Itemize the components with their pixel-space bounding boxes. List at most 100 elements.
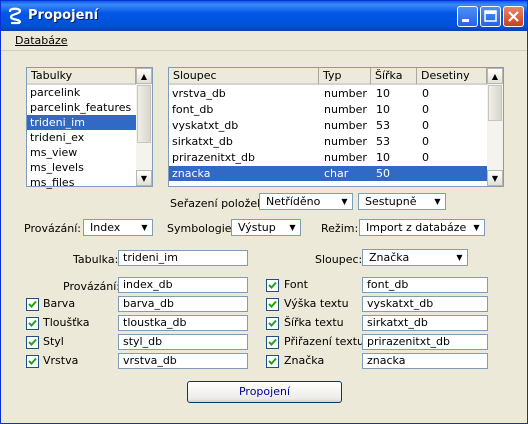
table-list-item[interactable]: ms_levels	[27, 160, 136, 175]
symbologie-value: Výstup	[238, 221, 276, 234]
propojeni-button[interactable]: Propojení	[187, 381, 342, 403]
table-list-item-label: ms_view	[30, 146, 78, 159]
app-logo-icon	[8, 7, 22, 25]
column-row[interactable]: font_db number 10 0	[169, 102, 487, 117]
column-row[interactable]: znacka char 50	[169, 166, 487, 181]
arrow-down-icon: ▼	[491, 173, 499, 183]
column-cell: sirkatxt_db	[172, 135, 233, 148]
arrow-up-icon: ▲	[140, 71, 148, 81]
column-cell: vyskatxt_db	[172, 119, 239, 132]
field-checkbox[interactable]	[26, 298, 39, 311]
rezim-dropdown[interactable]: Import z databáze ▼	[359, 219, 485, 236]
table-list-item[interactable]: ms_view	[27, 145, 136, 160]
checkmark-icon	[28, 338, 37, 346]
tabulka-field[interactable]: trideni_im	[118, 250, 248, 266]
field-input[interactable]: vyskatxt_db	[362, 296, 488, 312]
field-input[interactable]: prirazenitxt_db	[362, 334, 488, 350]
table-list-item-label: parcelink_features	[30, 101, 132, 114]
table-list-item[interactable]: parcelink	[27, 85, 136, 100]
checkmark-icon	[268, 319, 277, 327]
field-checkbox[interactable]	[266, 355, 279, 368]
field-label: Tloušťka	[43, 316, 90, 329]
tables-header[interactable]: Tabulky	[27, 68, 136, 85]
columns-grid[interactable]: Sloupec Typ Šířka Desetiny vrstva_db numb…	[168, 67, 504, 187]
column-cell: 50	[376, 167, 390, 180]
provazani-field[interactable]: index_db	[118, 277, 248, 293]
field-checkbox[interactable]	[26, 317, 39, 330]
scroll-thumb[interactable]	[137, 85, 151, 143]
scroll-up-button[interactable]: ▲	[136, 68, 152, 84]
column-cell: 0	[422, 103, 429, 116]
tables-scrollbar[interactable]: ▲ ▼	[136, 68, 152, 186]
column-cell: number	[324, 135, 367, 148]
field-input[interactable]: styl_db	[118, 334, 248, 350]
field-input[interactable]: font_db	[362, 277, 488, 293]
provazani-field-label: Provázání:	[63, 280, 120, 293]
chevron-down-icon: ▼	[434, 197, 441, 206]
minimize-button[interactable]	[457, 6, 478, 27]
field-label: Barva	[43, 297, 76, 310]
provazani-option-label: Provázání:	[24, 222, 81, 235]
scroll-up-button[interactable]: ▲	[487, 68, 503, 84]
provazani-dropdown[interactable]: Index ▼	[83, 219, 153, 236]
table-list-item-label: trideni_im	[30, 116, 85, 129]
dialog-window: Propojení Databáze Tabulky parcelink parc…	[0, 0, 528, 424]
column-cell: 10	[376, 103, 390, 116]
chevron-down-icon: ▼	[473, 223, 480, 232]
checkmark-icon	[268, 300, 277, 308]
tables-listbox[interactable]: Tabulky parcelink parcelink_featurestride…	[26, 67, 153, 190]
column-cell: number	[324, 119, 367, 132]
table-list-item[interactable]: parcelink_features	[27, 100, 136, 115]
arrow-up-icon: ▲	[491, 71, 499, 81]
field-input[interactable]: barva_db	[118, 296, 248, 312]
column-cell: 10	[376, 151, 390, 164]
menu-databaze[interactable]: Databáze	[15, 34, 68, 47]
columns-scrollbar[interactable]: ▲ ▼	[487, 68, 503, 186]
col-header-sloupec[interactable]: Sloupec	[169, 68, 319, 85]
checkmark-icon	[268, 338, 277, 346]
field-input[interactable]: vrstva_db	[118, 353, 248, 369]
sort-order-dropdown[interactable]: Netříděno ▼	[259, 193, 353, 210]
field-checkbox[interactable]	[266, 317, 279, 330]
column-row[interactable]: sirkatxt_db number 53 0	[169, 134, 487, 149]
title-bar[interactable]: Propojení	[1, 1, 527, 31]
scroll-down-button[interactable]: ▼	[136, 170, 152, 186]
column-row[interactable]: prirazenitxt_db number 10 0	[169, 150, 487, 165]
sloupec-dropdown[interactable]: Značka ▼	[362, 249, 468, 266]
col-header-typ[interactable]: Typ	[319, 68, 371, 85]
field-checkbox[interactable]	[266, 298, 279, 311]
col-header-desetiny[interactable]: Desetiny	[417, 68, 487, 85]
field-checkbox[interactable]	[266, 336, 279, 349]
sort-direction-dropdown[interactable]: Sestupně ▼	[358, 193, 446, 210]
chevron-down-icon: ▼	[456, 253, 463, 262]
column-row[interactable]: vyskatxt_db number 53 0	[169, 118, 487, 133]
maximize-button[interactable]	[480, 6, 501, 27]
column-cell: znacka	[172, 167, 211, 180]
tabulka-label: Tabulka:	[73, 253, 119, 266]
column-cell: 0	[422, 119, 429, 132]
table-list-item[interactable]: trideni_im	[27, 115, 136, 130]
column-row[interactable]: vrstva_db number 10 0	[169, 86, 487, 101]
close-icon	[508, 11, 519, 22]
column-cell: 10	[376, 87, 390, 100]
column-cell: font_db	[172, 103, 214, 116]
field-input[interactable]: sirkatxt_db	[362, 315, 488, 331]
table-list-item-label: ms_levels	[30, 161, 84, 174]
checkmark-icon	[28, 319, 37, 327]
symbologie-dropdown[interactable]: Výstup ▼	[231, 219, 301, 236]
table-list-item[interactable]: ms_files	[27, 175, 136, 190]
table-list-item-label: trideni_ex	[30, 131, 85, 144]
col-header-sirka[interactable]: Šířka	[371, 68, 417, 85]
scroll-down-button[interactable]: ▼	[487, 170, 503, 186]
close-button[interactable]	[503, 6, 524, 27]
column-cell: 0	[422, 87, 429, 100]
table-list-item[interactable]: trideni_ex	[27, 130, 136, 145]
field-checkbox[interactable]	[26, 336, 39, 349]
checkmark-icon	[268, 357, 277, 365]
field-checkbox[interactable]	[266, 279, 279, 292]
scroll-thumb[interactable]	[488, 85, 502, 121]
field-input[interactable]: znacka	[362, 353, 488, 369]
field-checkbox[interactable]	[26, 355, 39, 368]
window-title: Propojení	[28, 8, 99, 23]
field-input[interactable]: tloustka_db	[118, 315, 248, 331]
